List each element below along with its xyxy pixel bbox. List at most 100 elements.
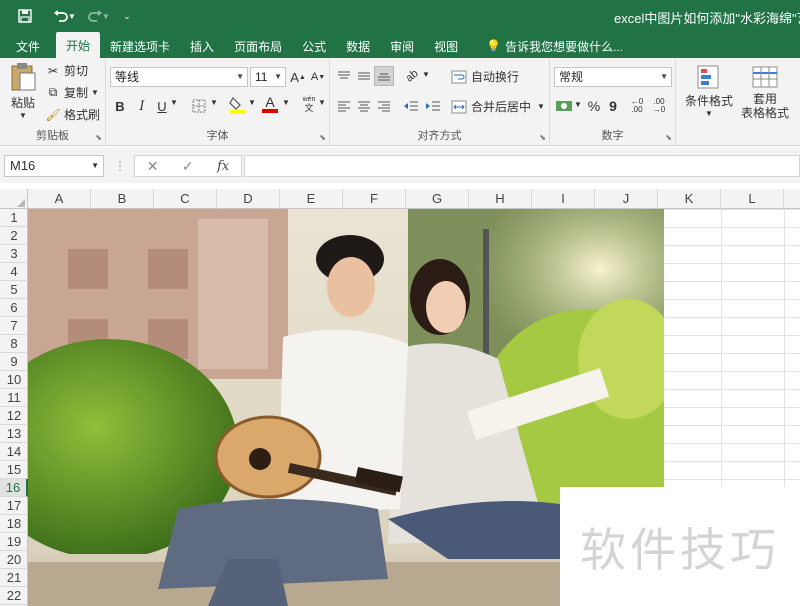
phonetic-dropdown-icon[interactable]: ▼ [318, 98, 326, 107]
row-header-4[interactable]: 4 [0, 263, 28, 281]
column-header-l[interactable]: L [721, 189, 784, 209]
row-header-19[interactable]: 19 [0, 533, 28, 551]
cancel-entry-icon[interactable]: ✕ [147, 158, 159, 175]
formula-bar-splitter[interactable]: ⋮ [114, 159, 126, 173]
fill-color-dropdown-icon[interactable]: ▼ [248, 98, 256, 107]
increase-font-icon[interactable]: A ▲ [290, 68, 306, 86]
increase-decimal-icon[interactable]: ←0.00 [628, 96, 646, 116]
decrease-decimal-icon[interactable]: .00 →0 [650, 96, 668, 116]
tab-insert[interactable]: 插入 [180, 34, 224, 58]
align-bottom-icon[interactable] [374, 66, 394, 86]
row-header-21[interactable]: 21 [0, 569, 28, 587]
decrease-indent-icon[interactable] [402, 98, 420, 114]
font-color-button[interactable]: A [260, 93, 280, 115]
row-header-17[interactable]: 17 [0, 497, 28, 515]
redo-dropdown-icon[interactable]: ▼ [102, 12, 110, 21]
borders-dropdown-icon[interactable]: ▼ [210, 98, 218, 107]
insert-function-icon[interactable]: fx [217, 159, 229, 174]
tab-review[interactable]: 审阅 [380, 34, 424, 58]
paste-dropdown-icon[interactable]: ▼ [19, 111, 27, 120]
column-header-d[interactable]: D [217, 189, 280, 209]
column-header-i[interactable]: I [532, 189, 595, 209]
tab-view[interactable]: 视图 [424, 34, 468, 58]
row-header-1[interactable]: 1 [0, 209, 28, 227]
row-header-8[interactable]: 8 [0, 335, 28, 353]
select-all-button[interactable] [0, 189, 28, 209]
borders-icon[interactable] [190, 96, 208, 116]
format-as-table-button[interactable]: 套用 表格格式 [734, 64, 796, 120]
font-size-select[interactable]: 11 ▼ [250, 67, 286, 87]
conditional-formatting-button[interactable]: 条件格式 ▼ [680, 64, 738, 118]
font-name-select[interactable]: 等线 ▼ [110, 67, 248, 87]
row-header-16[interactable]: 16 [0, 479, 28, 497]
customize-qat-icon[interactable]: ⌄ [114, 3, 140, 29]
merge-dropdown-icon[interactable]: ▼ [537, 102, 545, 111]
row-header-6[interactable]: 6 [0, 299, 28, 317]
wrap-text-button[interactable]: 自动换行 [450, 68, 519, 85]
save-icon[interactable] [12, 3, 38, 29]
row-header-3[interactable]: 3 [0, 245, 28, 263]
formula-input[interactable] [244, 155, 800, 177]
merge-center-button[interactable]: 合并后居中 ▼ [450, 98, 545, 115]
align-center-icon[interactable] [356, 98, 372, 114]
tab-home[interactable]: 开始 [56, 32, 101, 58]
row-header-7[interactable]: 7 [0, 317, 28, 335]
column-header-a[interactable]: A [28, 189, 91, 209]
paste-button[interactable]: 粘贴 ▼ [6, 62, 40, 120]
tab-new-tab[interactable]: 新建选项卡 [100, 34, 180, 58]
row-header-5[interactable]: 5 [0, 281, 28, 299]
column-header-h[interactable]: H [469, 189, 532, 209]
conditional-formatting-dropdown-icon[interactable]: ▼ [705, 109, 713, 118]
number-format-select[interactable]: 常规 ▼ [554, 67, 672, 87]
align-middle-icon[interactable] [356, 68, 372, 84]
alignment-launcher-icon[interactable]: ⬊ [539, 133, 546, 142]
tell-me-box[interactable]: 💡 告诉我您想要做什么... [476, 34, 633, 58]
underline-dropdown-icon[interactable]: ▼ [170, 98, 178, 107]
italic-button[interactable]: I [134, 96, 150, 116]
column-header-k[interactable]: K [658, 189, 721, 209]
row-header-10[interactable]: 10 [0, 371, 28, 389]
tab-file[interactable]: 文件 [0, 34, 56, 58]
phonetic-icon[interactable]: wén 文 [300, 94, 318, 114]
orientation-dropdown-icon[interactable]: ▼ [422, 70, 430, 79]
column-header-e[interactable]: E [280, 189, 343, 209]
row-header-14[interactable]: 14 [0, 443, 28, 461]
increase-indent-icon[interactable] [424, 98, 442, 114]
comma-style-button[interactable]: 9 [606, 96, 620, 116]
orientation-icon[interactable]: ab [402, 67, 422, 84]
column-header-j[interactable]: J [595, 189, 658, 209]
row-header-2[interactable]: 2 [0, 227, 28, 245]
align-top-icon[interactable] [336, 68, 352, 84]
row-header-9[interactable]: 9 [0, 353, 28, 371]
align-right-icon[interactable] [376, 98, 392, 114]
underline-button[interactable]: U [154, 96, 170, 116]
row-header-13[interactable]: 13 [0, 425, 28, 443]
row-header-20[interactable]: 20 [0, 551, 28, 569]
column-header-b[interactable]: B [91, 189, 154, 209]
accounting-format-icon[interactable] [554, 96, 574, 116]
enter-entry-icon[interactable]: ✓ [182, 158, 194, 175]
tab-page-layout[interactable]: 页面布局 [224, 34, 292, 58]
row-header-11[interactable]: 11 [0, 389, 28, 407]
cut-button[interactable]: ✂ 剪切 [45, 62, 88, 79]
bold-button[interactable]: B [112, 96, 128, 116]
accounting-dropdown-icon[interactable]: ▼ [574, 100, 582, 109]
row-header-15[interactable]: 15 [0, 461, 28, 479]
font-launcher-icon[interactable]: ⬊ [319, 133, 326, 142]
decrease-font-icon[interactable]: A ▼ [310, 68, 326, 86]
column-header-f[interactable]: F [343, 189, 406, 209]
row-header-18[interactable]: 18 [0, 515, 28, 533]
tab-data[interactable]: 数据 [336, 34, 380, 58]
column-header-g[interactable]: G [406, 189, 469, 209]
format-painter-button[interactable]: 🖌 格式刷 [45, 106, 100, 123]
percent-style-button[interactable]: % [586, 96, 602, 116]
tab-formulas[interactable]: 公式 [292, 34, 336, 58]
name-box[interactable]: M16 ▼ [4, 155, 104, 177]
fill-color-icon[interactable] [228, 94, 248, 116]
align-left-icon[interactable] [336, 98, 352, 114]
font-color-dropdown-icon[interactable]: ▼ [282, 98, 290, 107]
copy-dropdown-icon[interactable]: ▼ [91, 88, 99, 97]
number-launcher-icon[interactable]: ⬊ [665, 133, 672, 142]
row-header-22[interactable]: 22 [0, 587, 28, 605]
column-header-c[interactable]: C [154, 189, 217, 209]
